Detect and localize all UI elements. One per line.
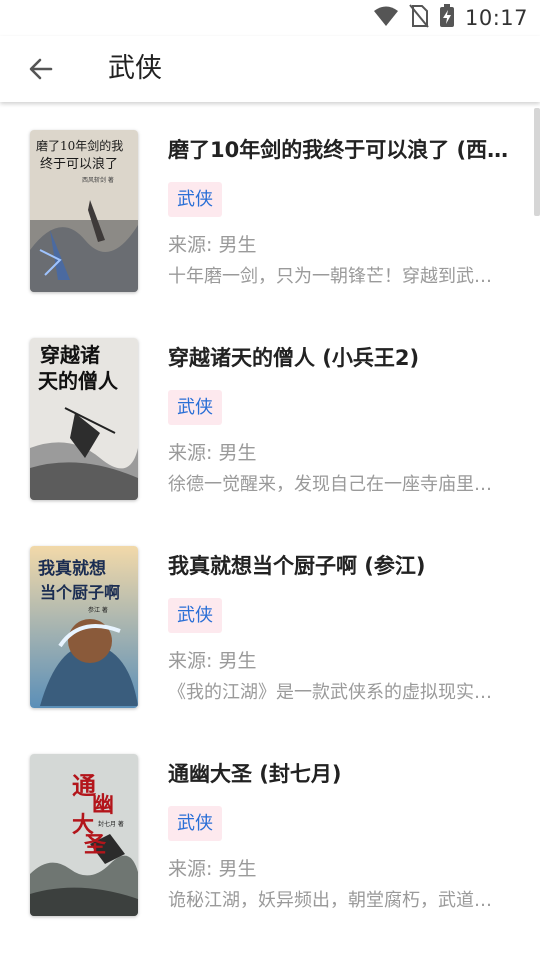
book-title[interactable]: 磨了10年剑的我终于可以浪了 (西风斩剑) bbox=[168, 130, 513, 170]
app-bar: 武侠 bbox=[0, 36, 540, 102]
book-item[interactable]: 穿越诸 天的僧人 穿越诸天的僧人 (小兵王2) 武侠 来源: 男生 徐德一觉醒来… bbox=[0, 310, 540, 500]
arrow-left-icon bbox=[29, 58, 53, 80]
book-cover[interactable]: 我真就想 当个厨子啊 参江 著 bbox=[30, 546, 138, 708]
book-description: 《我的江湖》是一款武侠系的虚拟现实游戏…… bbox=[168, 682, 506, 703]
book-title[interactable]: 穿越诸天的僧人 (小兵王2) bbox=[168, 338, 513, 378]
category-tag[interactable]: 武侠 bbox=[168, 598, 222, 633]
book-item[interactable]: 通 幽 大 圣 封七月 著 通幽大圣 (封七月) 武侠 来源: 男生 诡秘江湖，… bbox=[0, 726, 540, 916]
scrollbar[interactable] bbox=[534, 108, 540, 216]
no-sim-icon bbox=[409, 4, 429, 32]
book-cover[interactable]: 通 幽 大 圣 封七月 著 bbox=[30, 754, 138, 916]
cover-author: 西风斩剑 著 bbox=[82, 176, 114, 184]
book-title[interactable]: 通幽大圣 (封七月) bbox=[168, 754, 513, 794]
book-description: 诡秘江湖，妖异频出，朝堂腐朽，武道昌盛…… bbox=[168, 890, 506, 911]
category-tag[interactable]: 武侠 bbox=[168, 390, 222, 425]
back-button[interactable] bbox=[20, 48, 62, 90]
page-title: 武侠 bbox=[108, 53, 162, 84]
cover-title-line: 天的僧人 bbox=[38, 369, 119, 393]
cover-author: 封七月 著 bbox=[98, 820, 124, 828]
battery-charging-icon bbox=[439, 4, 455, 32]
cover-author: 参江 著 bbox=[88, 606, 108, 614]
book-source: 来源: 男生 bbox=[168, 858, 257, 880]
cover-title-line: 圣 bbox=[84, 832, 107, 858]
book-item[interactable]: 磨了10年剑的我 终于可以浪了 西风斩剑 著 磨了10年剑的我终于可以浪了 (西… bbox=[0, 102, 540, 292]
book-source: 来源: 男生 bbox=[168, 650, 257, 672]
book-list[interactable]: 磨了10年剑的我 终于可以浪了 西风斩剑 著 磨了10年剑的我终于可以浪了 (西… bbox=[0, 102, 540, 960]
wifi-icon bbox=[373, 5, 399, 31]
cover-title-line: 我真就想 bbox=[38, 558, 106, 579]
book-source: 来源: 男生 bbox=[168, 234, 257, 256]
status-bar: 10:17 bbox=[0, 0, 540, 36]
book-description: 十年磨一剑，只为一朝锋芒！穿越到武侠世界…… bbox=[168, 266, 506, 287]
category-tag[interactable]: 武侠 bbox=[168, 182, 222, 217]
status-time: 10:17 bbox=[464, 6, 528, 30]
book-cover[interactable]: 穿越诸 天的僧人 bbox=[30, 338, 138, 500]
book-title[interactable]: 我真就想当个厨子啊 (参江) bbox=[168, 546, 513, 586]
category-tag[interactable]: 武侠 bbox=[168, 806, 222, 841]
cover-title-line: 幽 bbox=[92, 792, 114, 818]
cover-title-line: 当个厨子啊 bbox=[40, 583, 120, 602]
cover-title-line: 终于可以浪了 bbox=[40, 156, 118, 172]
status-icons: 10:17 bbox=[373, 4, 528, 32]
book-description: 徐德一觉醒来，发现自己在一座寺庙里…… bbox=[168, 474, 506, 495]
book-source: 来源: 男生 bbox=[168, 442, 257, 464]
cover-title-line: 磨了10年剑的我 bbox=[36, 138, 123, 153]
cover-title-line: 穿越诸 bbox=[40, 343, 100, 367]
book-item[interactable]: 我真就想 当个厨子啊 参江 著 我真就想当个厨子啊 (参江) 武侠 来源: 男生… bbox=[0, 518, 540, 708]
book-cover[interactable]: 磨了10年剑的我 终于可以浪了 西风斩剑 著 bbox=[30, 130, 138, 292]
